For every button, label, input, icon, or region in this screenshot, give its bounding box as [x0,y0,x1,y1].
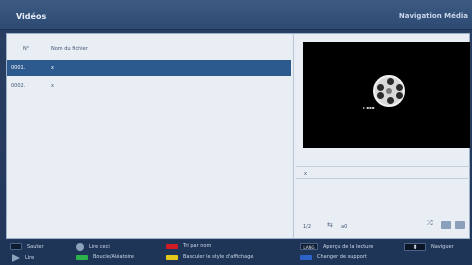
green-key-icon [76,254,88,260]
file-name: x [51,83,54,89]
legend-navigate: ⬍ Naviguer [404,243,454,251]
legend-preview: LANG Aperçu de la lecture [300,243,373,250]
file-row-1[interactable]: 0001. x [7,60,291,76]
lang-key-icon: LANG [300,243,318,250]
red-key-icon [166,243,178,249]
section-title: Navigation Média [398,12,468,20]
arrows-key-icon: ⬍ [404,243,426,251]
legend-loop: Boucle/Aléatoire [76,254,134,260]
play-key-icon [12,254,20,262]
device-label: a0 [341,224,348,230]
legend-change-source: Changer de support [300,254,367,260]
file-list: N° Nom du fichier 0001. x 0002. x [7,34,294,238]
film-reel-icon [373,75,405,107]
stop-icon[interactable] [455,221,465,229]
column-header-number: N° [23,46,30,52]
legend-preview-label: Aperçu de la lecture [323,243,374,250]
video-preview: ▸ ▪▪▪ [303,42,470,148]
legend-play-this: Lire ceci [76,243,110,251]
legend-jump: Sauter [10,243,44,250]
legend-toggle: Basculer le style d'affichage [166,254,253,260]
ok-key-icon [76,243,84,251]
legend-change-source-label: Changer de support [317,254,367,260]
grid-key-icon [10,243,22,250]
blue-key-icon [300,254,312,260]
shuffle-icon[interactable]: ⤮ [427,219,439,227]
column-header-filename: Nom du fichier [51,46,88,52]
yellow-key-icon [166,254,178,260]
legend-loop-label: Boucle/Aléatoire [93,254,134,260]
file-number: 0002. [11,83,26,89]
legend-sort: Tri par nom [166,243,211,249]
repeat-icon[interactable] [441,221,451,229]
legend-play-this-label: Lire ceci [89,244,110,250]
legend-sort-label: Tri par nom [183,243,212,249]
main-panel: N° Nom du fichier 0001. x 0002. x ▸ ▪▪▪ [6,33,470,239]
legend-toggle-label: Basculer le style d'affichage [183,254,254,260]
file-number: 0001. [11,65,26,71]
divider [296,178,470,179]
file-row-2[interactable]: 0002. x [7,78,291,94]
file-name: x [51,65,54,71]
usb-icon: ⇆ [327,221,333,229]
legend-navigate-label: Naviguer [431,244,454,250]
footer-legend: Sauter Lire ceci Tri par nom LANG Aperçu… [0,240,472,265]
page-title: Vidéos [16,12,47,21]
media-browser-screen: Vidéos Navigation Média N° Nom du fichie… [0,0,472,265]
header-bar: Vidéos Navigation Média [0,0,472,30]
legend-play-label: Lire [25,255,35,261]
legend-jump-label: Sauter [27,243,44,250]
preview-filename-bar: x [296,166,470,178]
legend-play: Lire [12,254,34,262]
preview-filename: x [304,171,307,177]
preview-tag: ▸ ▪▪▪ [363,105,375,110]
page-indicator: 1/2 [303,224,312,230]
